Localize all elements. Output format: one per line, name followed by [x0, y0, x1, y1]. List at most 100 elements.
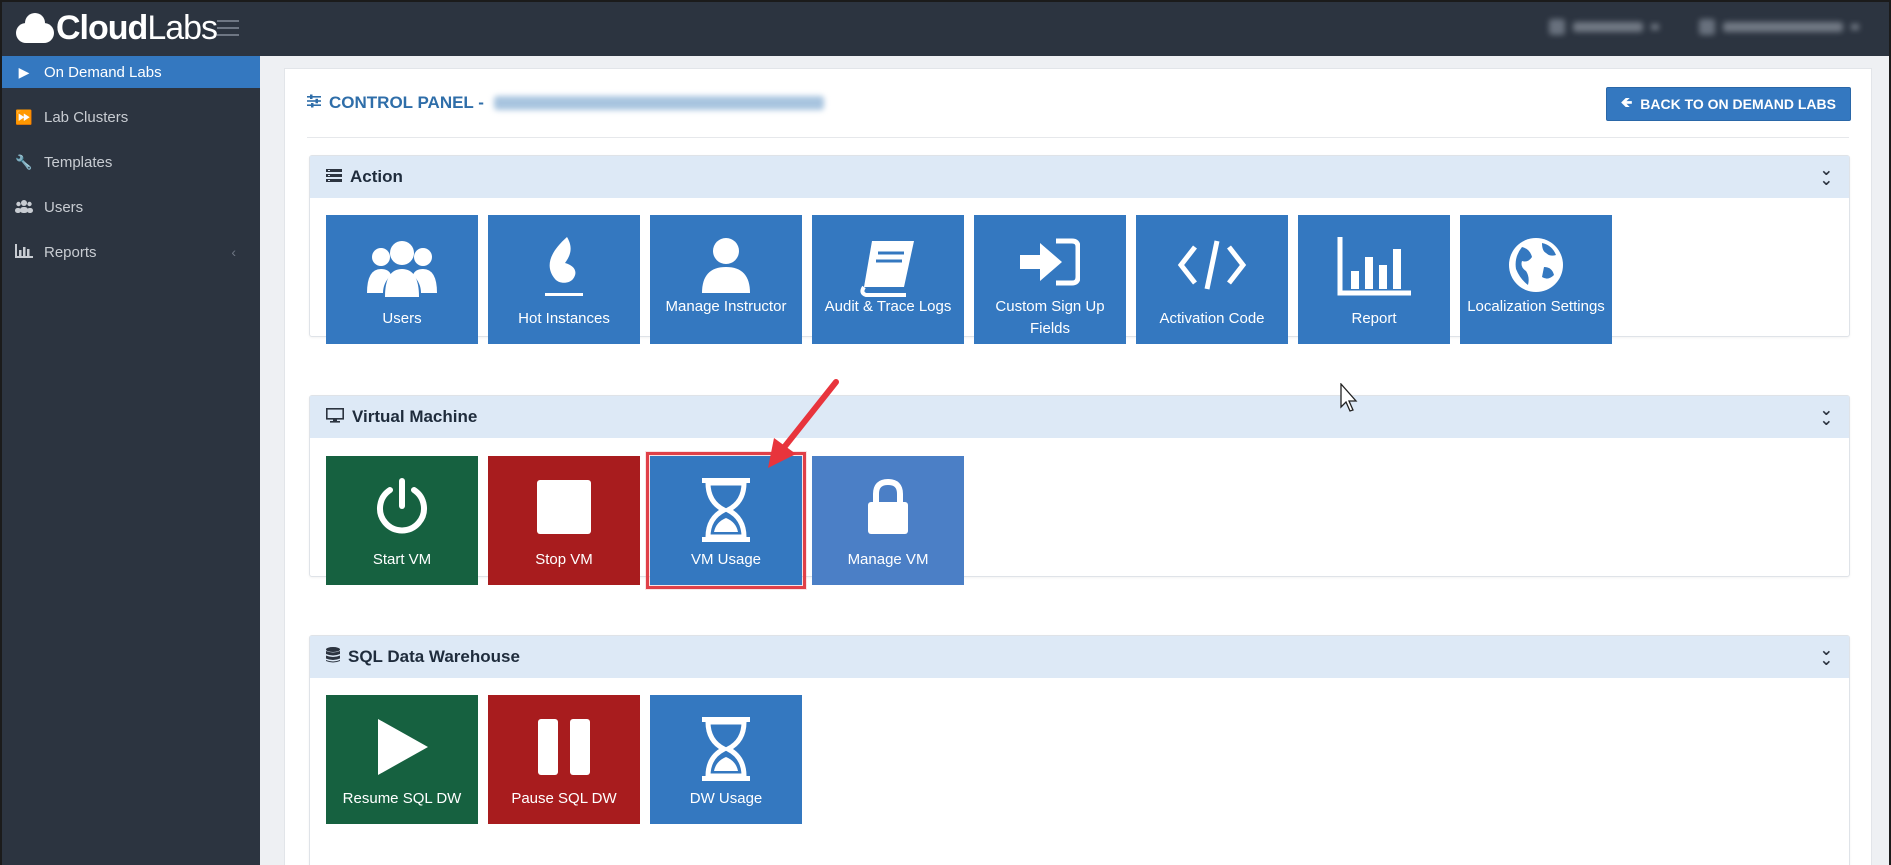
lock-icon	[868, 478, 908, 534]
page-title: CONTROL PANEL -	[307, 93, 824, 113]
logo-text: CloudLabs	[56, 8, 218, 47]
sidebar-item-lab-clusters[interactable]: ⏩ Lab Clusters	[2, 101, 260, 133]
collapse-chevron-icon[interactable]: ⌄ ⌄	[1820, 163, 1833, 189]
sidebar-item-on-demand-labs[interactable]: ▶ On Demand Labs	[2, 56, 272, 88]
fast-forward-icon: ⏩	[15, 108, 33, 125]
caret-down-icon	[1851, 24, 1859, 30]
tile-label: Custom Sign Up Fields	[995, 298, 1105, 337]
users-icon	[367, 241, 437, 297]
tile-vm-usage[interactable]: VM Usage	[646, 452, 806, 589]
divider	[307, 137, 1849, 138]
sidebar-item-label: Lab Clusters	[44, 108, 129, 126]
top-right-menus	[1549, 19, 1859, 35]
top-bar: CloudLabs	[2, 2, 1889, 56]
tile-users[interactable]: Users	[326, 215, 478, 344]
section-title: SQL Data Warehouse	[348, 647, 520, 666]
tile-label: Manage Instructor	[665, 298, 787, 315]
power-icon	[377, 478, 427, 534]
tile-label: DW Usage	[689, 790, 763, 807]
sidebar: ▶ On Demand Labs ⏩ Lab Clusters 🔧 Templa…	[2, 56, 272, 865]
back-to-on-demand-labs-button[interactable]: 🡸 BACK TO ON DEMAND LABS	[1605, 87, 1851, 121]
users-icon	[14, 199, 34, 216]
collapse-chevron-icon[interactable]: ⌄ ⌄	[1820, 643, 1833, 669]
section-header-sql-data-warehouse[interactable]: SQL Data Warehouse ⌄ ⌄	[310, 636, 1849, 678]
page-title-text: CONTROL PANEL -	[329, 93, 484, 112]
tile-pause-sql-dw[interactable]: Pause SQL DW	[488, 695, 640, 824]
section-sql-data-warehouse: SQL Data Warehouse ⌄ ⌄ Resume SQL DW Paus…	[309, 635, 1850, 865]
user-icon	[1699, 19, 1715, 35]
sidebar-item-label: Templates	[44, 153, 113, 171]
main-content: CONTROL PANEL - 🡸 BACK TO ON DEMAND LABS…	[260, 56, 1889, 865]
sliders-icon	[307, 94, 321, 113]
database-icon	[326, 647, 340, 667]
arrow-left-icon: 🡸	[1620, 94, 1633, 110]
flame-icon	[545, 237, 583, 296]
tile-label: Localization Settings	[1467, 298, 1605, 315]
profile-menu[interactable]	[1549, 19, 1659, 35]
tile-report[interactable]: Report	[1298, 215, 1450, 344]
user-menu[interactable]	[1699, 19, 1859, 35]
section-header-virtual-machine[interactable]: Virtual Machine ⌄ ⌄	[310, 396, 1849, 438]
book-icon	[860, 241, 914, 297]
tile-label: VM Usage	[690, 551, 762, 568]
sidebar-item-label: On Demand Labs	[44, 63, 162, 81]
sign-in-icon	[1020, 238, 1080, 286]
action-tiles: Users Hot Instances Manage Instructor Au…	[326, 215, 1612, 344]
tile-label: Users	[382, 310, 422, 327]
sidebar-item-users[interactable]: Users	[2, 191, 260, 223]
tile-label: Pause SQL DW	[511, 790, 617, 807]
sql-dw-tiles: Resume SQL DW Pause SQL DW DW Usage	[326, 695, 802, 824]
tile-label: Start VM	[372, 551, 432, 568]
section-title: Action	[350, 167, 403, 186]
vm-tiles: Start VM Stop VM VM Usage Manage VM	[326, 452, 964, 589]
globe-icon	[1509, 238, 1563, 292]
sidebar-item-reports[interactable]: Reports ‹	[2, 236, 260, 268]
tile-dw-usage[interactable]: DW Usage	[650, 695, 802, 824]
section-title: Virtual Machine	[352, 407, 478, 426]
tile-manage-vm[interactable]: Manage VM	[812, 456, 964, 585]
tile-activation-code[interactable]: Activation Code	[1136, 215, 1288, 344]
tile-stop-vm[interactable]: Stop VM	[488, 456, 640, 585]
desktop-icon	[326, 407, 344, 427]
hamburger-menu-icon[interactable]	[217, 20, 239, 41]
tile-localization-settings[interactable]: Localization Settings	[1460, 215, 1612, 344]
tile-start-vm[interactable]: Start VM	[326, 456, 478, 585]
hourglass-icon	[702, 478, 750, 542]
cloudlabs-logo[interactable]: CloudLabs	[16, 6, 218, 50]
pause-icon	[538, 719, 590, 775]
caret-down-icon	[1651, 24, 1659, 30]
section-header-action[interactable]: Action ⌄ ⌄	[310, 156, 1849, 198]
user-icon	[702, 238, 750, 293]
tile-label: Manage VM	[847, 551, 929, 568]
tile-label: Report	[1351, 310, 1397, 327]
hourglass-icon	[702, 717, 750, 781]
tile-label: Stop VM	[535, 551, 593, 568]
code-icon	[1177, 240, 1247, 290]
list-icon	[326, 168, 342, 186]
back-button-label: BACK TO ON DEMAND LABS	[1640, 96, 1836, 112]
lab-name-redacted	[493, 96, 824, 110]
sidebar-item-templates[interactable]: 🔧 Templates	[2, 146, 260, 178]
wrench-icon: 🔧	[15, 153, 33, 170]
profile-menu-label	[1573, 22, 1643, 32]
play-icon	[378, 719, 428, 775]
chevron-left-icon: ‹	[231, 244, 236, 260]
user-menu-label	[1723, 22, 1843, 32]
tile-label: Hot Instances	[518, 310, 610, 327]
tile-audit-trace-logs[interactable]: Audit & Trace Logs	[812, 215, 964, 344]
collapse-chevron-icon[interactable]: ⌄ ⌄	[1820, 403, 1833, 429]
tile-label: Activation Code	[1159, 310, 1265, 327]
tile-manage-instructor[interactable]: Manage Instructor	[650, 215, 802, 344]
sidebar-item-label: Reports	[44, 243, 97, 261]
tile-custom-sign-up-fields[interactable]: Custom Sign Up Fields	[974, 215, 1126, 344]
cloud-icon	[16, 13, 54, 43]
play-icon: ▶	[18, 63, 30, 80]
control-panel: CONTROL PANEL - 🡸 BACK TO ON DEMAND LABS…	[284, 68, 1872, 865]
tile-resume-sql-dw[interactable]: Resume SQL DW	[326, 695, 478, 824]
section-action: Action ⌄ ⌄ Users Hot Instances Manage Ins…	[309, 155, 1850, 344]
tile-label: Audit & Trace Logs	[824, 298, 952, 315]
profile-icon	[1549, 19, 1565, 35]
bar-chart-icon	[14, 243, 34, 261]
tile-hot-instances[interactable]: Hot Instances	[488, 215, 640, 344]
bar-chart-icon	[1337, 237, 1411, 296]
